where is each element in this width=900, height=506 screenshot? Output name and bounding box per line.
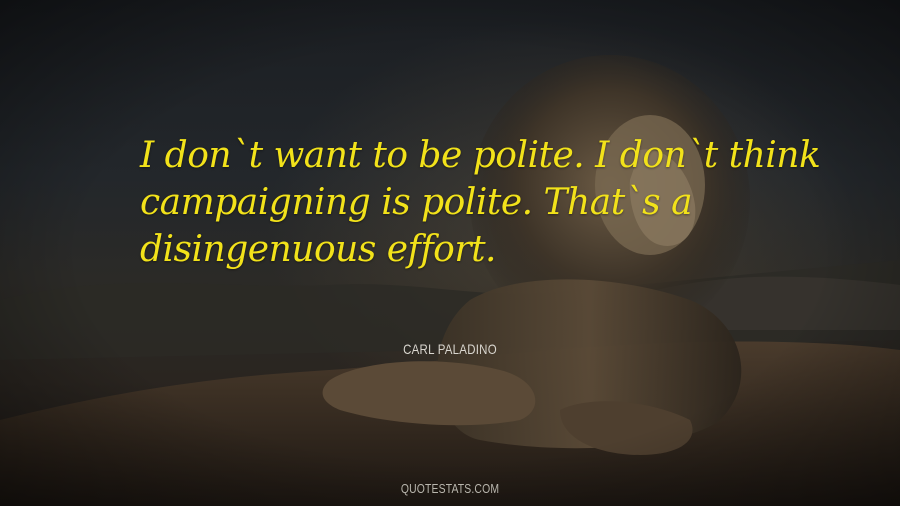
- quote-line: campaigning is polite. That`s a: [140, 182, 693, 223]
- quote-line: I don`t want to be polite. I don`t think: [140, 135, 821, 176]
- quote-line: disingenuous effort.: [140, 229, 496, 270]
- site-watermark: QUOTESTATS.COM: [400, 481, 500, 496]
- quote-text: I don`t want to be polite. I don`t think…: [140, 132, 821, 273]
- quote-image: I don`t want to be polite. I don`t think…: [0, 0, 900, 506]
- quote-author: CARL PALADINO: [403, 341, 497, 357]
